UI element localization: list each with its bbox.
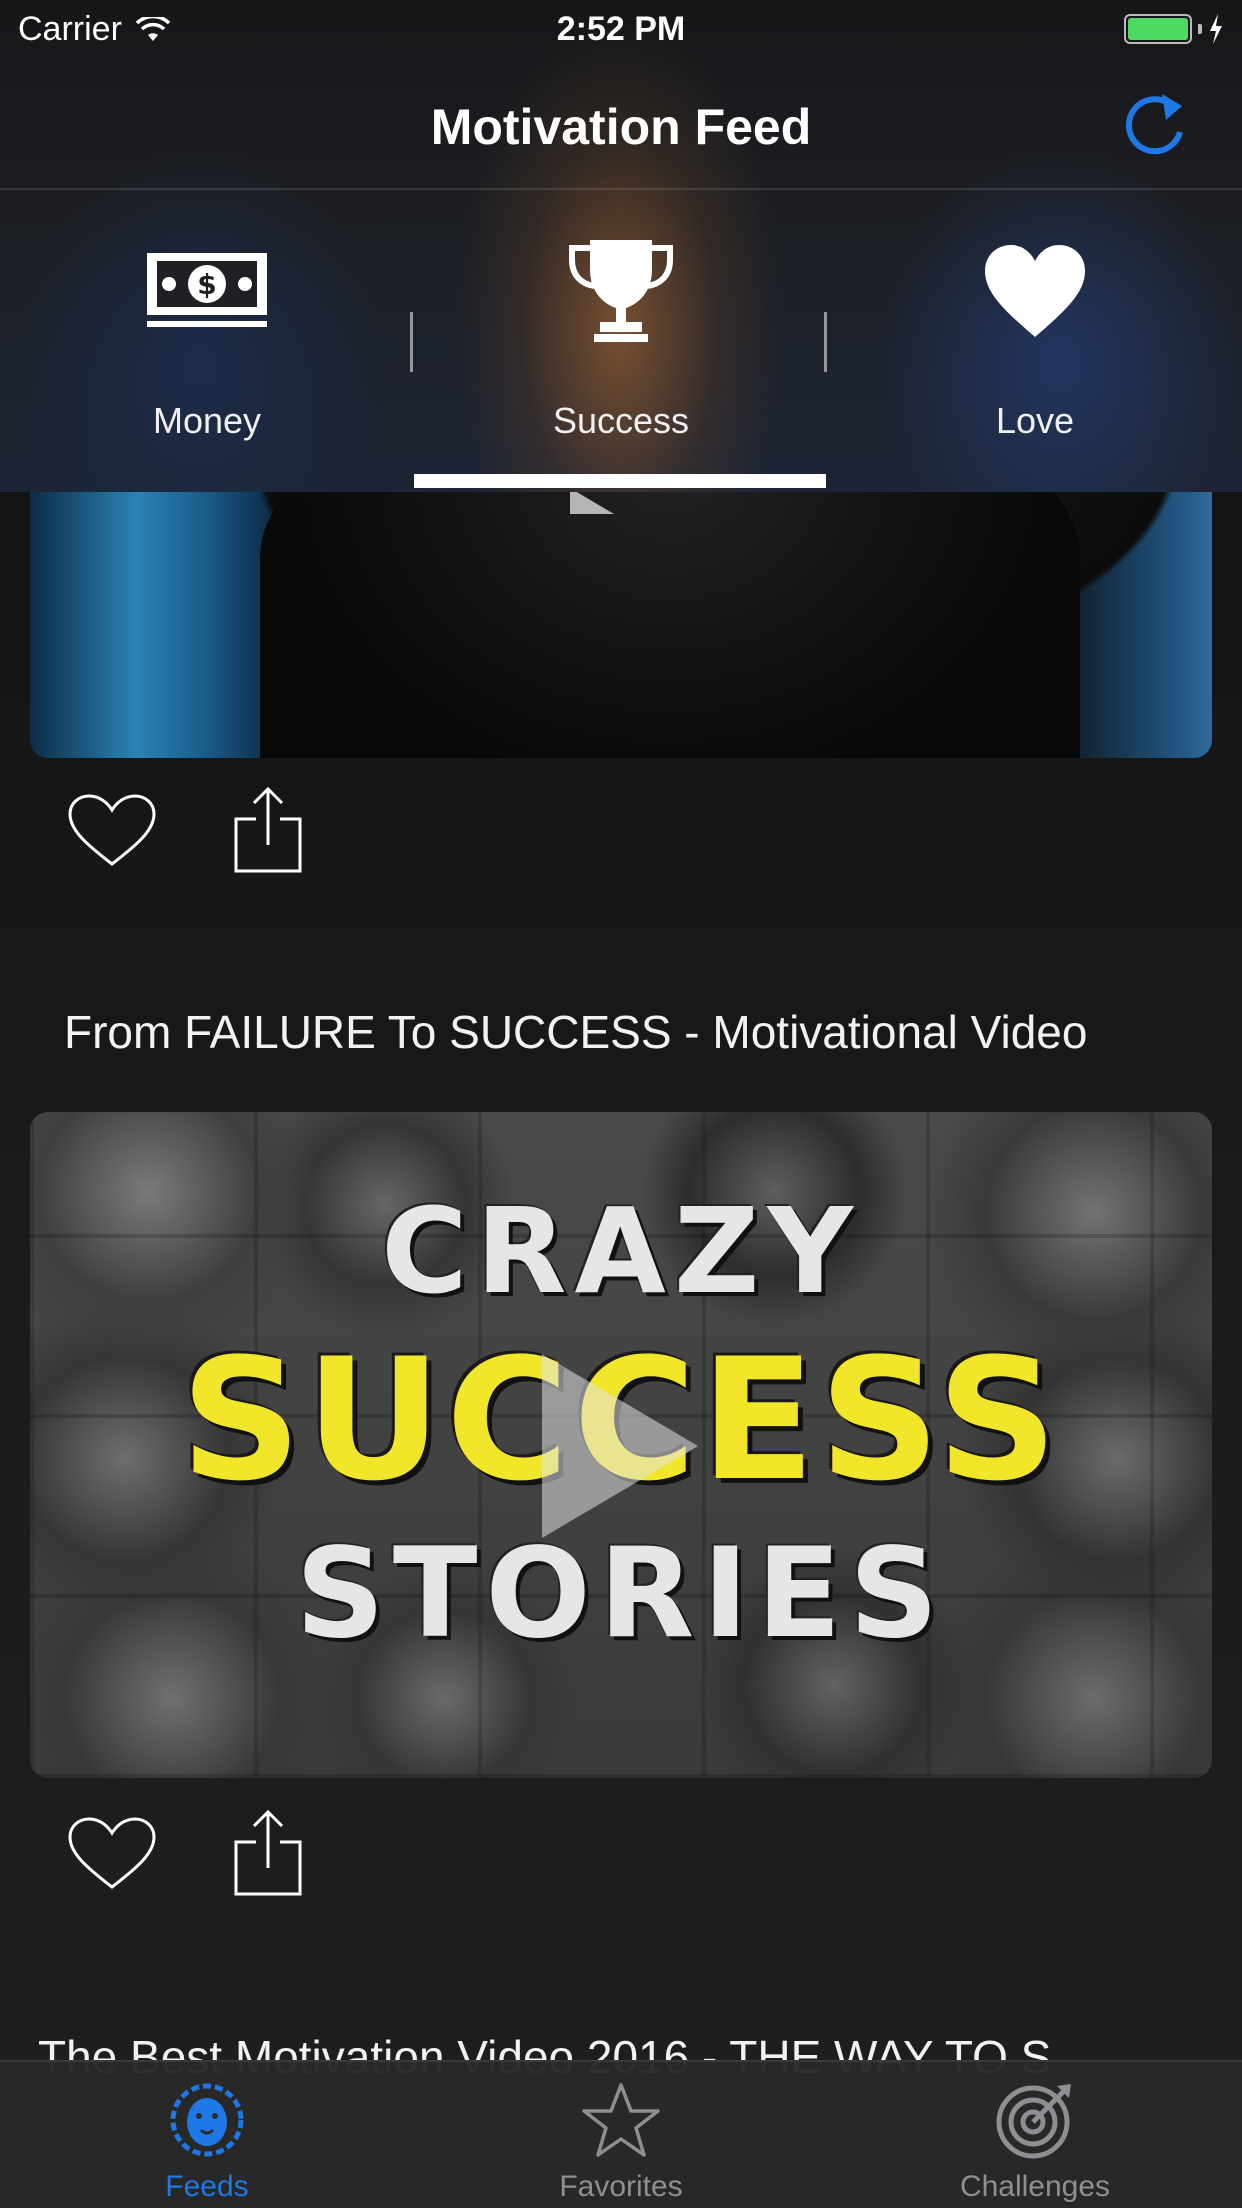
heart-outline-icon: [68, 1817, 156, 1889]
nav-bar: Motivation Feed: [0, 62, 1242, 190]
clock: 2:52 PM: [556, 10, 686, 48]
page-title: Motivation Feed: [430, 99, 812, 155]
tab-money[interactable]: $ Money: [0, 192, 414, 492]
thumbnail-text-line: CRAZY: [381, 1182, 861, 1320]
share-icon: [234, 786, 302, 873]
star-icon: [582, 2083, 660, 2157]
tab-challenges[interactable]: Challenges: [828, 2062, 1242, 2208]
share-button[interactable]: [220, 1808, 316, 1898]
video-title: From FAILURE To SUCCESS - Motivational V…: [64, 1006, 1088, 1058]
video-actions: [64, 785, 316, 875]
status-bar: Carrier 2:52 PM: [0, 0, 1242, 60]
tab-label: Feeds: [165, 2170, 249, 2203]
charging-icon: [1210, 14, 1222, 44]
money-bill-icon: $: [147, 253, 267, 327]
refresh-icon: [1125, 94, 1183, 155]
selected-tab-indicator: [414, 474, 826, 488]
svg-text:$: $: [197, 268, 216, 301]
trophy-icon: [569, 240, 673, 342]
like-button[interactable]: [64, 785, 160, 875]
lion-icon: [170, 2083, 244, 2157]
tab-divider: [410, 312, 413, 372]
heart-icon: [985, 245, 1085, 337]
heart-outline-icon: [68, 794, 156, 866]
target-icon: [996, 2084, 1071, 2159]
like-button[interactable]: [64, 1808, 160, 1898]
tab-label: Money: [152, 400, 262, 441]
video-thumbnail[interactable]: CRAZY SUCCESS STORIES: [30, 1112, 1212, 1778]
tab-label: Love: [995, 400, 1075, 441]
tab-feeds[interactable]: Feeds: [0, 2062, 414, 2208]
tab-label: Success: [552, 400, 690, 441]
category-tabs: $ Money Success Love: [0, 192, 1242, 492]
share-icon: [234, 1809, 302, 1896]
battery-icon: [1124, 14, 1192, 44]
tab-label: Favorites: [559, 2170, 683, 2203]
header: Carrier 2:52 PM Motivation Feed $ Money …: [0, 0, 1242, 492]
tab-success[interactable]: Success: [414, 192, 828, 492]
share-button[interactable]: [220, 785, 316, 875]
tab-love[interactable]: Love: [828, 192, 1242, 492]
tab-label: Challenges: [959, 2170, 1111, 2203]
thumbnail-text-line: STORIES: [295, 1522, 947, 1666]
battery: [1124, 14, 1224, 44]
video-actions: [64, 1808, 316, 1898]
tab-bar: Feeds Favorites Challenges: [0, 2060, 1242, 2208]
refresh-button[interactable]: [1116, 88, 1192, 164]
play-icon: [542, 1354, 698, 1538]
tab-favorites[interactable]: Favorites: [414, 2062, 828, 2208]
tab-divider: [824, 312, 827, 372]
